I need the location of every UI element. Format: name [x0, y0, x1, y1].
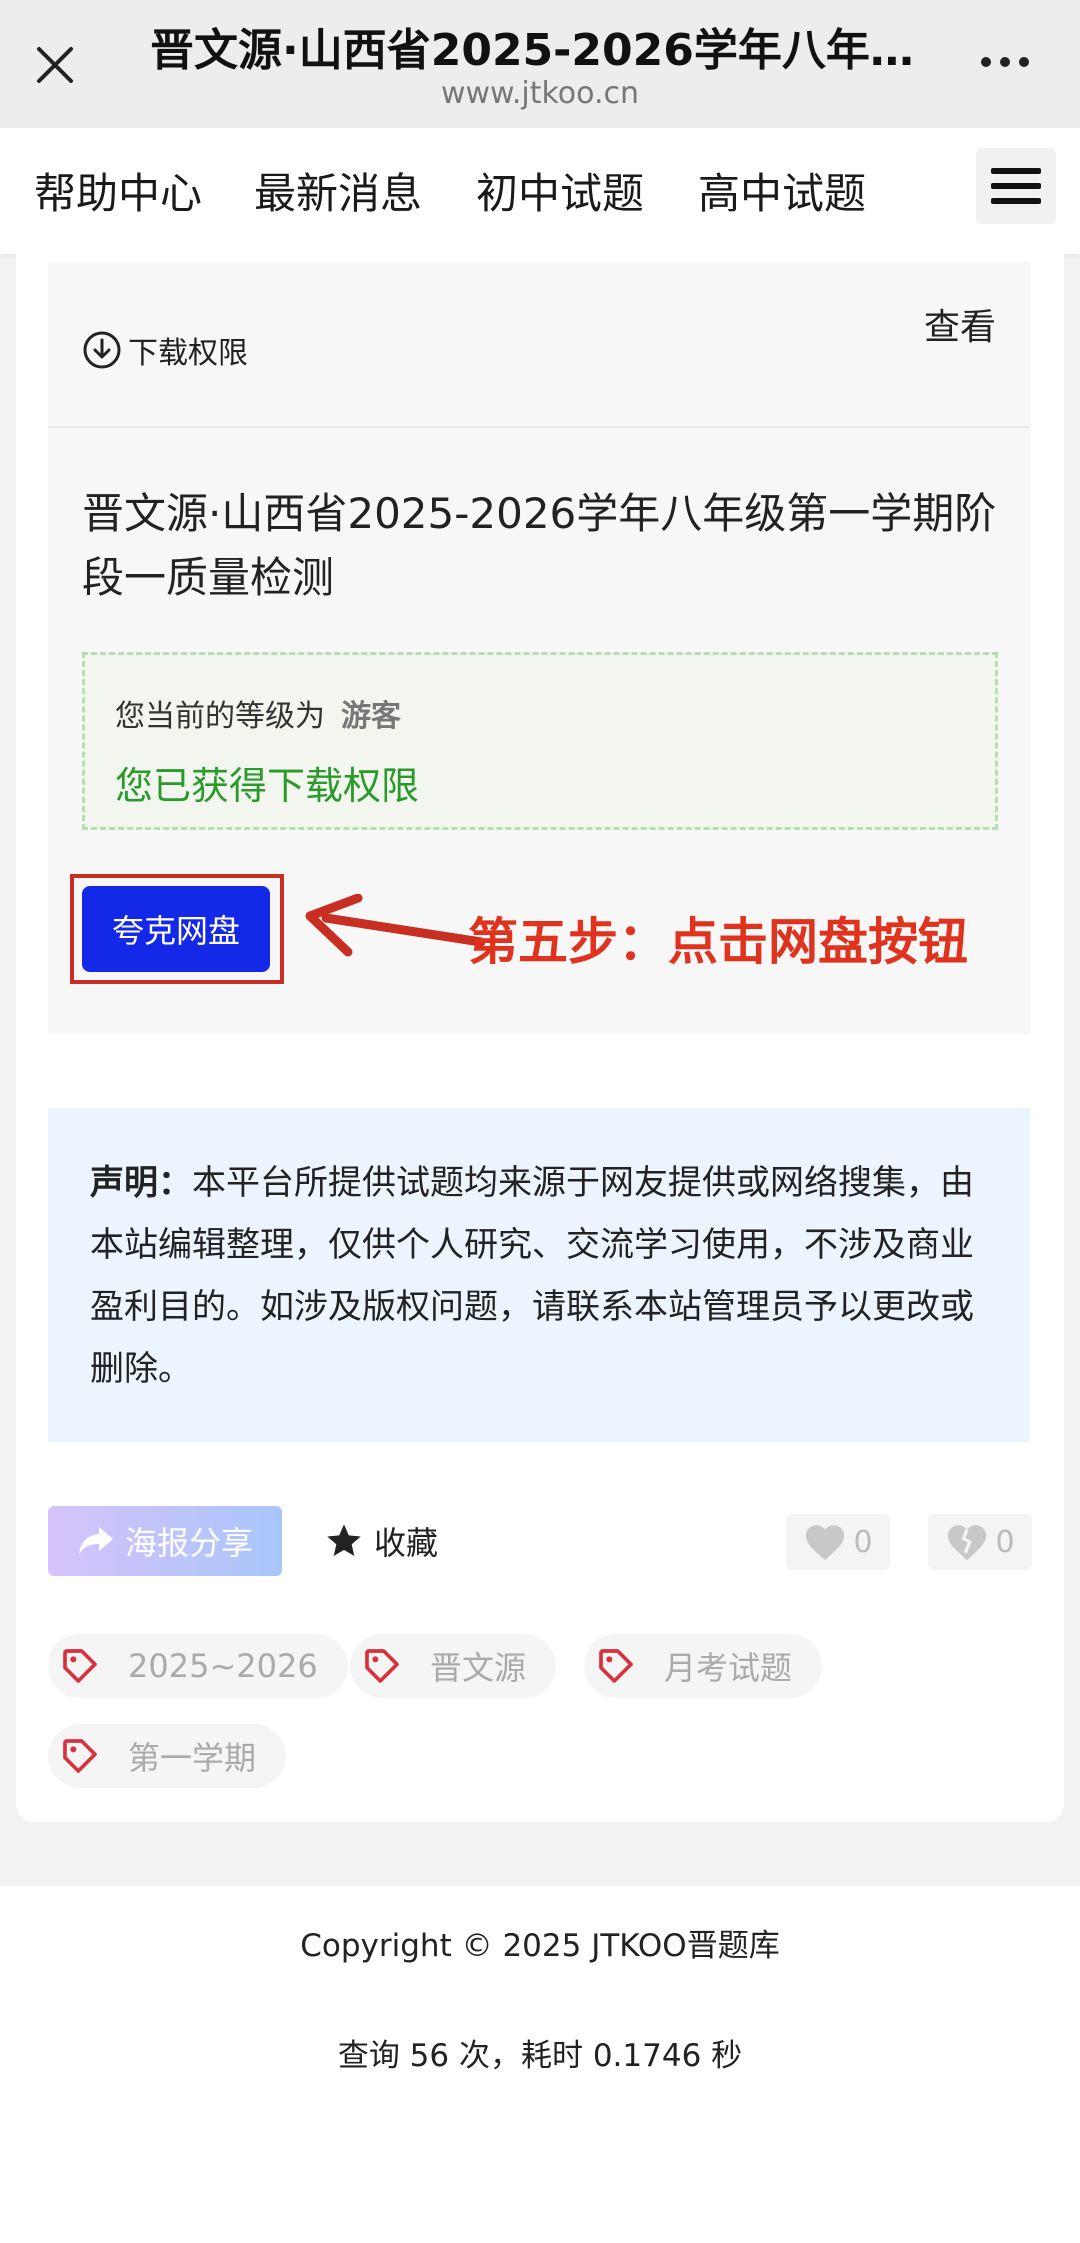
site-footer: Copyright © 2025 JTKOO晋题库 查询 56 次，耗时 0.1…	[0, 1886, 1080, 2243]
hamburger-menu-icon[interactable]	[976, 148, 1056, 224]
quark-pan-button[interactable]: 夸克网盘	[82, 886, 270, 972]
tag-icon	[60, 1736, 100, 1776]
level-prefix: 您当前的等级为	[115, 699, 325, 734]
tag-semester[interactable]: 第一学期	[48, 1724, 287, 1788]
tag-icon	[596, 1646, 636, 1686]
share-icon	[78, 1527, 113, 1555]
copyright-text: Copyright © 2025 JTKOO晋题库	[300, 1928, 780, 1964]
dislike-button[interactable]: 0	[928, 1514, 1032, 1570]
nav-item-news[interactable]: 最新消息	[254, 160, 422, 221]
level-line: 您当前的等级为 游客	[115, 691, 401, 735]
tag-icon	[362, 1646, 402, 1686]
heart-icon	[806, 1525, 845, 1561]
disclaimer-label: 声明：	[90, 1163, 192, 1203]
annotation-arrow-icon	[305, 894, 486, 957]
download-header: 下载权限 查看	[48, 262, 1030, 428]
dislike-count: 0	[995, 1524, 1015, 1560]
favorite-button[interactable]: 收藏	[324, 1518, 438, 1564]
nav-item-help[interactable]: 帮助中心	[34, 160, 202, 221]
favorite-label: 收藏	[374, 1524, 439, 1562]
download-permission-label: 下载权限	[128, 336, 248, 371]
like-count: 0	[853, 1524, 873, 1560]
site-nav: 帮助中心 最新消息 初中试题 高中试题	[0, 128, 1080, 254]
browser-top-bar: 晋文源·山西省2025-2026学年八年级第一学期阶段一质量检测 www.jtk…	[0, 0, 1080, 128]
star-icon	[327, 1524, 361, 1556]
view-link[interactable]: 查看	[924, 298, 996, 350]
poster-share-label: 海报分享	[124, 1524, 253, 1562]
tag-label: 第一学期	[128, 1739, 257, 1777]
download-icon	[83, 331, 121, 369]
like-button[interactable]: 0	[786, 1514, 890, 1570]
tag-icon	[60, 1646, 100, 1686]
broken-heart-icon	[948, 1525, 987, 1561]
step-annotation: 第五步：点击网盘按钮	[468, 913, 968, 971]
level-info-box: 您当前的等级为 游客 您已获得下载权限	[82, 652, 998, 830]
query-stats: 查询 56 次，耗时 0.1746 秒	[337, 2038, 743, 2074]
poster-share-button[interactable]: 海报分享	[48, 1506, 282, 1576]
level-value: 游客	[341, 699, 401, 734]
nav-item-senior[interactable]: 高中试题	[698, 160, 866, 221]
tag-label: 晋文源	[430, 1649, 527, 1687]
tag-monthly-exam[interactable]: 月考试题	[584, 1634, 823, 1698]
download-box: 下载权限 查看 晋文源·山西省2025-2026学年八年级第一学期阶段一质量检测…	[48, 262, 1030, 1034]
download-permission: 下载权限	[82, 328, 248, 372]
disclaimer-box: 声明：本平台所提供试题均来源于网友提供或网络搜集，由本站编辑整理，仅供个人研究、…	[48, 1108, 1030, 1442]
permission-granted-text: 您已获得下载权限	[115, 764, 420, 808]
tag-label: 月考试题	[664, 1649, 793, 1687]
tag-publisher[interactable]: 晋文源	[350, 1634, 557, 1698]
tag-year[interactable]: 2025~2026	[48, 1634, 348, 1698]
page-title: 晋文源·山西省2025-2026学年八年级第一学期阶段一质量检测	[150, 25, 930, 76]
document-title: 晋文源·山西省2025-2026学年八年级第一学期阶段一质量检测	[82, 489, 997, 602]
tag-label: 2025~2026	[128, 1647, 318, 1685]
nav-item-junior[interactable]: 初中试题	[476, 160, 644, 221]
disclaimer-text: 本平台所提供试题均来源于网友提供或网络搜集，由本站编辑整理，仅供个人研究、交流学…	[90, 1163, 974, 1389]
page-url: www.jtkoo.cn	[440, 76, 640, 111]
more-options-icon[interactable]	[975, 42, 1035, 82]
